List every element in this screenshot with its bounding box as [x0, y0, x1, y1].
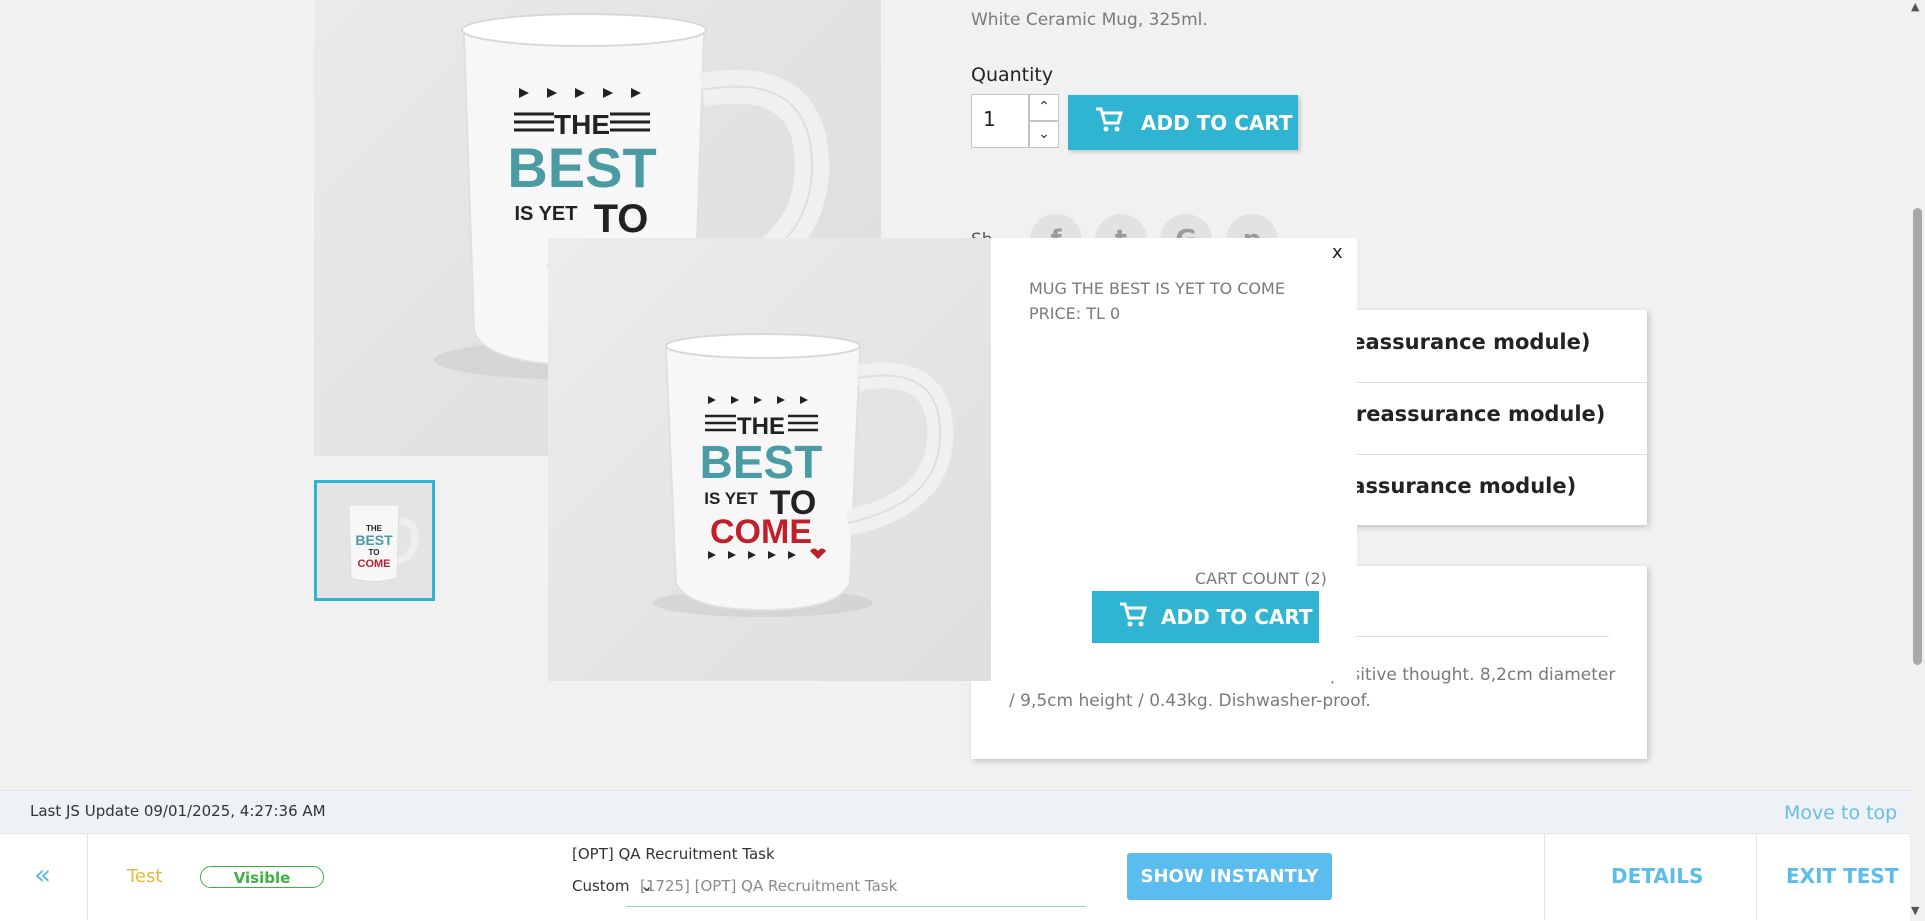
cart-icon: [1095, 107, 1124, 138]
svg-text:COME: COME: [358, 558, 391, 570]
quantity-label: Quantity: [971, 64, 1054, 86]
task-title: [OPT] QA Recruitment Task: [572, 845, 775, 863]
task-select[interactable]: [1725] [OPT] QA Recruitment Task ⌄: [626, 872, 1086, 907]
svg-text:COME: COME: [710, 513, 812, 551]
divider: [87, 833, 88, 920]
popup-cart-count: CART COUNT (2): [1195, 569, 1327, 588]
divider: [1756, 833, 1757, 920]
divider: [1544, 833, 1545, 920]
mug-thumbnail-illustration: THE BEST TO COME: [348, 504, 419, 582]
svg-text:IS YET: IS YET: [515, 203, 578, 225]
scrollbar-thumb[interactable]: [1913, 208, 1922, 665]
product-short-description: White Ceramic Mug, 325ml.: [971, 10, 1208, 30]
show-instantly-button[interactable]: SHOW INSTANTLY: [1127, 853, 1332, 900]
custom-label: Custom: [572, 877, 630, 895]
quantity-input[interactable]: 1: [971, 94, 1029, 148]
popup-product-price: PRICE: TL 0: [1029, 304, 1121, 323]
test-label: Test: [127, 866, 163, 887]
quantity-decrease-button[interactable]: ⌄: [1029, 121, 1059, 148]
chevron-down-icon: ⌄: [640, 876, 654, 895]
svg-text:TO: TO: [594, 197, 649, 241]
popup-add-to-cart-button[interactable]: ADD TO CART: [1092, 591, 1319, 643]
add-to-cart-label: ADD TO CART: [1141, 110, 1293, 135]
svg-text:BEST: BEST: [355, 532, 393, 548]
popup-product-image: THE BEST IS YET TO COME: [548, 238, 991, 681]
close-icon[interactable]: x: [1332, 242, 1343, 263]
last-update-text: Last JS Update 09/01/2025, 4:27:36 AM: [30, 802, 326, 820]
product-thumbnail[interactable]: THE BEST TO COME: [314, 480, 435, 601]
visible-status-badge: Visible: [200, 866, 324, 888]
popup-add-to-cart-label: ADD TO CART: [1161, 605, 1313, 629]
add-to-cart-button[interactable]: ADD TO CART: [1068, 95, 1298, 150]
popup-product-name: MUG THE BEST IS YET TO COME: [1029, 279, 1285, 298]
quantity-increase-button[interactable]: ⌃: [1029, 94, 1059, 121]
chevron-up-icon: ⌃: [1038, 99, 1050, 115]
mug-illustration: THE BEST IS YET TO COME: [653, 333, 954, 617]
svg-text:BEST: BEST: [507, 136, 656, 199]
svg-text:IS YET: IS YET: [704, 489, 758, 508]
exit-test-button[interactable]: EXIT TEST: [1786, 864, 1898, 888]
double-chevron-left-icon[interactable]: «: [34, 858, 51, 891]
cart-icon: [1119, 602, 1148, 633]
scroll-up-arrow-icon[interactable]: ▲: [1911, 0, 1919, 13]
scroll-down-arrow-icon[interactable]: ▼: [1911, 904, 1919, 917]
svg-text:BEST: BEST: [700, 436, 823, 488]
move-to-top-link[interactable]: Move to top: [1784, 802, 1897, 824]
chevron-down-icon: ⌄: [1038, 126, 1050, 142]
details-button[interactable]: DETAILS: [1611, 864, 1703, 888]
svg-text:TO: TO: [369, 548, 380, 557]
